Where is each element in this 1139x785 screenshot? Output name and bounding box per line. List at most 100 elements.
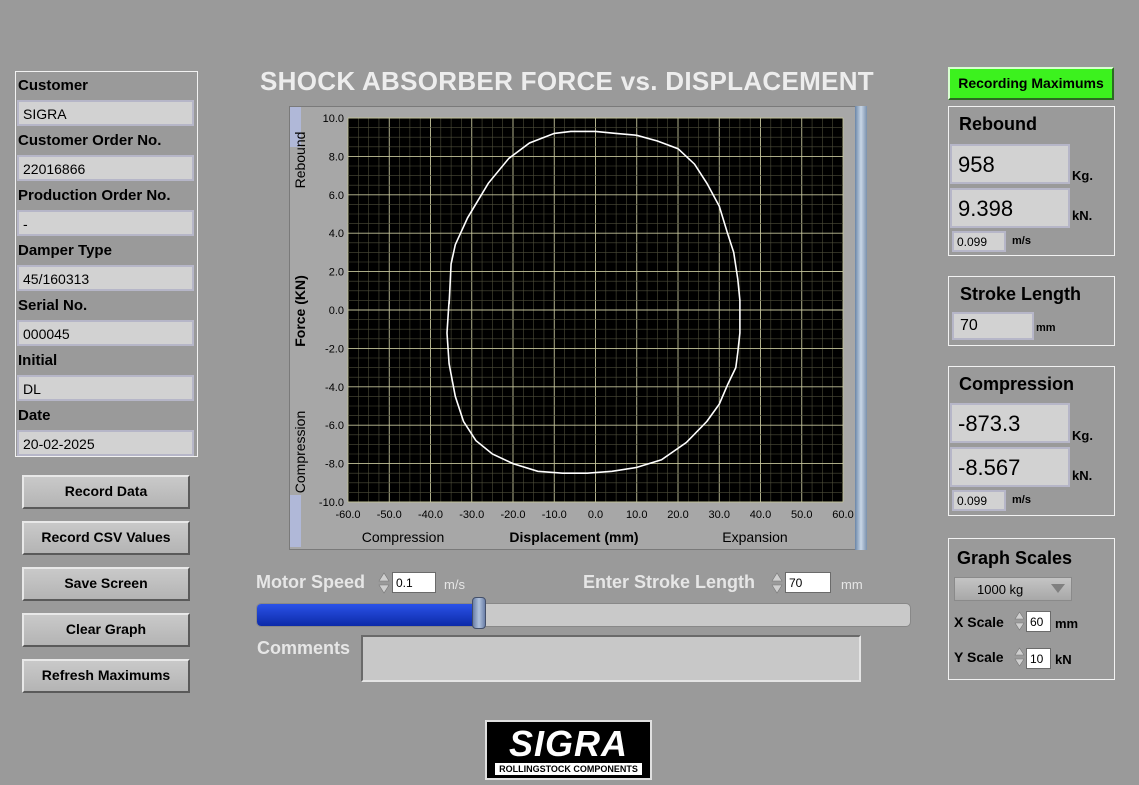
motor-speed-slider[interactable]: [256, 603, 911, 627]
graph-scales-title: Graph Scales: [957, 548, 1073, 568]
stroke-length-title: Stroke Length: [960, 284, 1082, 304]
rebound-kn-value: 9.398: [950, 188, 1070, 228]
customer-field-label: Customer Order No.: [18, 132, 162, 149]
x-scale-label: X Scale: [954, 614, 1004, 630]
customer-field-label: Customer: [18, 77, 89, 94]
x-axis-label: Displacement (mm): [509, 529, 638, 545]
motor-speed-label: Motor Speed: [256, 572, 366, 592]
compression-speed-unit: m/s: [1012, 494, 1031, 506]
logo-tagline: ROLLINGSTOCK COMPONENTS: [495, 763, 642, 775]
customer-field-label: Damper Type: [18, 242, 112, 259]
x-scale-unit: mm: [1055, 616, 1079, 631]
y-scale-input[interactable]: 10: [1026, 648, 1051, 669]
customer-field-value[interactable]: DL: [17, 375, 194, 401]
stroke-length-entry-unit: mm: [841, 577, 863, 592]
record-csv-button[interactable]: Record CSV Values: [22, 521, 190, 555]
customer-field-label: Initial: [18, 352, 58, 369]
stroke-length-spinner-icon[interactable]: [771, 571, 783, 595]
x-tick-label: 0.0: [588, 509, 603, 521]
x-left-annotation: Compression: [362, 529, 444, 545]
y-top-annotation: Rebound: [292, 132, 308, 189]
y-tick-label: -10.0: [319, 497, 344, 509]
page-title: SHOCK ABSORBER FORCE vs. DISPLACEMENT: [260, 66, 874, 96]
x-tick-labels: -60.0 -50.0 -40.0 -30.0 -20.0 -10.0 0.0 10.0 20.…: [335, 509, 853, 521]
compression-kn-value: -8.567: [950, 447, 1070, 487]
x-scale-input[interactable]: 60: [1026, 611, 1051, 632]
force-displacement-chart: -60.0 -50.0 -40.0 -30.0 -20.0 -10.0 0.0 10.0 20.…: [292, 113, 854, 545]
x-tick-label: 60.0: [832, 509, 853, 521]
y-tick-label: -4.0: [325, 382, 344, 394]
y-scale-unit: kN: [1055, 652, 1072, 667]
x-tick-label: -60.0: [335, 509, 360, 521]
y-tick-label: -6.0: [325, 420, 344, 432]
compression-kg-unit: Kg.: [1072, 428, 1093, 443]
x-tick-label: 10.0: [626, 509, 647, 521]
customer-field-value[interactable]: -: [17, 210, 194, 236]
compression-title: Compression: [959, 374, 1075, 394]
compression-speed-value: 0.099: [952, 490, 1006, 511]
customer-field-value[interactable]: 45/160313: [17, 265, 194, 291]
y-bottom-annotation: Compression: [292, 411, 308, 493]
x-tick-label: -30.0: [459, 509, 484, 521]
x-scale-spinner-icon[interactable]: [1014, 610, 1025, 632]
y-tick-label: -2.0: [325, 343, 344, 355]
y-tick-label: 6.0: [329, 190, 344, 202]
y-tick-label: -8.0: [325, 459, 344, 471]
slider-handle[interactable]: [471, 597, 486, 629]
chevron-down-icon: [1051, 584, 1065, 593]
rebound-speed-value: 0.099: [952, 231, 1006, 252]
record-data-button[interactable]: Record Data: [22, 475, 190, 509]
refresh-maximums-button[interactable]: Refresh Maximums: [22, 659, 190, 693]
rebound-kg-unit: Kg.: [1072, 168, 1093, 183]
stroke-length-input[interactable]: 70: [785, 572, 831, 593]
customer-field-label: Date: [18, 407, 51, 424]
y-tick-label: 10.0: [323, 113, 344, 125]
x-tick-label: -10.0: [542, 509, 567, 521]
x-tick-label: 50.0: [791, 509, 812, 521]
comments-field[interactable]: [361, 635, 861, 682]
customer-field-label: Production Order No.: [18, 187, 171, 204]
motor-speed-input[interactable]: 0.1: [392, 572, 436, 593]
rebound-kn-unit: kN.: [1072, 208, 1093, 223]
x-tick-label: 20.0: [667, 509, 688, 521]
chart-grid: [347, 117, 844, 503]
rebound-speed-unit: m/s: [1012, 235, 1031, 247]
scale-dropdown[interactable]: 1000 kg: [954, 577, 1072, 601]
x-tick-label: -50.0: [377, 509, 402, 521]
x-tick-label: 40.0: [750, 509, 771, 521]
scale-dropdown-value: 1000 kg: [977, 582, 1024, 597]
save-screen-button[interactable]: Save Screen: [22, 567, 190, 601]
y-tick-labels: 10.0 8.0 6.0 4.0 2.0 0.0 -2.0 -4.0 -6.0 -8.0 -10.0: [319, 113, 344, 509]
comments-label: Comments: [257, 638, 351, 658]
y-tick-label: 4.0: [329, 228, 344, 240]
y-tick-label: 0.0: [329, 305, 344, 317]
y-tick-label: 2.0: [329, 267, 344, 279]
x-tick-label: 30.0: [709, 509, 730, 521]
customer-field-value[interactable]: 20-02-2025: [17, 430, 194, 456]
rebound-kg-value: 958: [950, 144, 1070, 184]
compression-kn-unit: kN.: [1072, 468, 1093, 483]
motor-speed-unit: m/s: [444, 577, 465, 592]
y-axis-label: Force (KN): [292, 275, 308, 347]
stroke-length-unit: mm: [1036, 322, 1056, 334]
stroke-length-value: 70: [952, 312, 1034, 340]
x-tick-label: -20.0: [500, 509, 525, 521]
clear-graph-button[interactable]: Clear Graph: [22, 613, 190, 647]
compression-kg-value: -873.3: [950, 403, 1070, 443]
customer-field-value[interactable]: 000045: [17, 320, 194, 346]
x-tick-label: -40.0: [418, 509, 443, 521]
motor-speed-spinner-icon[interactable]: [378, 571, 390, 595]
y-tick-label: 8.0: [329, 151, 344, 163]
customer-field-value[interactable]: 22016866: [17, 155, 194, 181]
logo-name: SIGRA: [508, 723, 628, 764]
customer-field-label: Serial No.: [18, 297, 88, 314]
y-scale-label: Y Scale: [954, 649, 1004, 665]
sigra-logo: SIGRA ROLLINGSTOCK COMPONENTS: [485, 720, 652, 780]
y-scale-spinner-icon[interactable]: [1014, 646, 1025, 668]
slider-fill: [257, 604, 480, 626]
stroke-length-entry-label: Enter Stroke Length: [583, 572, 756, 592]
recording-maximums-button[interactable]: Recording Maximums: [948, 67, 1114, 100]
x-right-annotation: Expansion: [722, 529, 787, 545]
rebound-title: Rebound: [959, 114, 1037, 134]
customer-field-value[interactable]: SIGRA: [17, 100, 194, 126]
